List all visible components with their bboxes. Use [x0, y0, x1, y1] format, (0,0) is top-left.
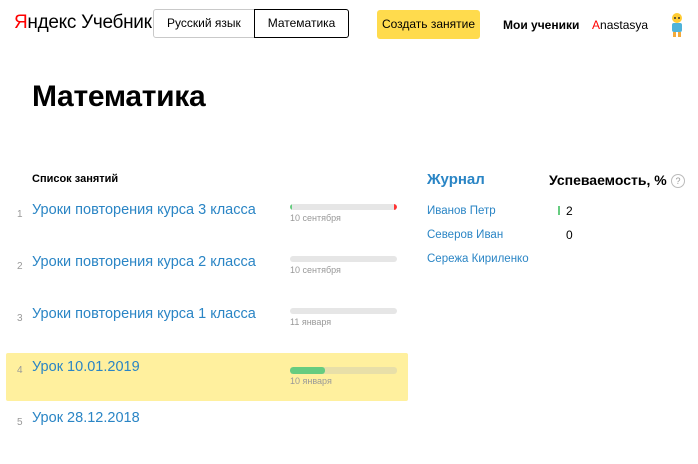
user-name-first-letter: A — [592, 18, 601, 32]
page-title: Математика — [32, 80, 206, 113]
subject-switch: Русский язык Математика — [153, 9, 350, 38]
lesson-row-5[interactable]: 5 Урок 28.12.2018 — [6, 399, 408, 447]
lesson-title-link[interactable]: Уроки повторения курса 1 класса — [32, 306, 256, 322]
subject-tab-math[interactable]: Математика — [253, 9, 350, 38]
student-score: 2 — [566, 204, 573, 218]
lesson-row-1[interactable]: 1 Уроки повторения курса 3 класса 10 сен… — [6, 191, 408, 239]
lesson-date: 10 января — [290, 376, 332, 386]
lesson-row-4-selected[interactable]: 4 Урок 10.01.2019 10 января — [6, 353, 408, 401]
user-name-link[interactable]: Anastasya — [592, 18, 648, 32]
lesson-title-link[interactable]: Уроки повторения курса 3 класса — [32, 202, 256, 218]
journal-link[interactable]: Журнал — [427, 171, 485, 188]
student-name-link[interactable]: Сережа Кириленко — [427, 253, 529, 265]
avatar-icon[interactable] — [665, 12, 689, 38]
lesson-number: 3 — [17, 313, 23, 324]
lesson-number: 2 — [17, 261, 23, 272]
logo-brand-rest: ндекс — [27, 12, 77, 33]
student-name-link[interactable]: Северов Иван — [427, 229, 503, 241]
lesson-row-2[interactable]: 2 Уроки повторения курса 2 класса 10 сен… — [6, 243, 408, 291]
top-header: Яндекс Учебник Русский язык Математика Со… — [0, 0, 698, 48]
logo-product-name: Учебник — [81, 12, 152, 33]
lesson-progress-end-mark — [394, 204, 397, 210]
lesson-date: 11 января — [290, 317, 332, 327]
lessons-list-header: Список занятий — [32, 173, 119, 185]
yandex-uchebnik-logo[interactable]: Яндекс Учебник — [14, 12, 152, 34]
lesson-number: 5 — [17, 417, 23, 428]
help-icon[interactable]: ? — [671, 174, 685, 188]
lesson-row-3[interactable]: 3 Уроки повторения курса 1 класса 11 янв… — [6, 295, 408, 343]
lesson-title-link[interactable]: Урок 28.12.2018 — [32, 410, 140, 426]
lesson-progress-fill — [290, 367, 326, 374]
lesson-progress-fill — [290, 204, 293, 210]
lesson-progress-bar — [290, 308, 397, 314]
lesson-date: 10 сентября — [290, 265, 341, 275]
performance-title: Успеваемость, % — [549, 172, 667, 188]
subject-tab-russian[interactable]: Русский язык — [153, 9, 255, 38]
score-bar-icon — [558, 206, 560, 215]
student-score: 0 — [566, 228, 573, 242]
my-students-link[interactable]: Мои ученики — [503, 18, 579, 32]
lesson-progress-bar — [290, 256, 397, 262]
lesson-date: 10 сентября — [290, 213, 341, 223]
lesson-title-link[interactable]: Урок 10.01.2019 — [32, 359, 140, 375]
user-name-rest: nastasya — [600, 18, 649, 32]
lesson-number: 1 — [17, 209, 23, 220]
create-lesson-button[interactable]: Создать занятие — [377, 10, 480, 39]
logo-brand-first-letter: Я — [14, 12, 28, 33]
lesson-progress-bar — [290, 204, 397, 210]
lesson-title-link[interactable]: Уроки повторения курса 2 класса — [32, 254, 256, 270]
student-name-link[interactable]: Иванов Петр — [427, 205, 496, 217]
lesson-number: 4 — [17, 365, 23, 376]
lesson-progress-bar — [290, 367, 397, 374]
